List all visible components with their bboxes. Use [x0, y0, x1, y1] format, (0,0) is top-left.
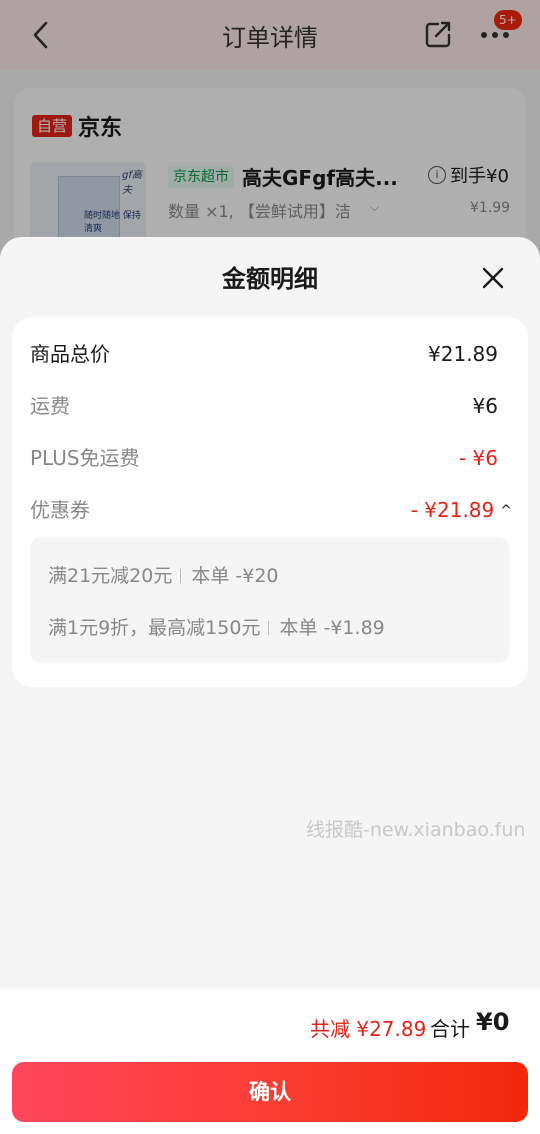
sheet-footer: 共减 ¥27.89 合计 ¥0 确认 — [0, 989, 540, 1134]
total-savings: 共减 ¥27.89 — [310, 1017, 427, 1041]
coupon-item: 满1元9折，最高减150元 本单 -¥1.89 — [48, 613, 385, 640]
amount-detail-card: 商品总价 ¥21.89 运费 ¥6 PLUS免运费 - ¥6 优惠券 - ¥21… — [12, 317, 528, 687]
coupon-details: 满21元减20元 本单 -¥20 满1元9折，最高减150元 本单 -¥1.89 — [30, 537, 510, 663]
coupon-value-wrap: - ¥21.89 ^ — [411, 495, 512, 526]
amount-detail-sheet: 金额明细 商品总价 ¥21.89 运费 ¥6 PLUS免运费 - ¥6 优惠券 … — [0, 237, 540, 1134]
total-value: ¥0 — [476, 1008, 510, 1036]
coupon-rule: 满1元9折，最高减150元 — [48, 617, 261, 639]
coupon-value: - ¥21.89 — [410, 498, 495, 522]
confirm-button[interactable]: 确认 — [12, 1062, 528, 1122]
divider — [180, 569, 182, 583]
total-label: 合计 — [430, 1017, 470, 1041]
shipping-value: ¥6 — [472, 394, 498, 418]
subtotal-label: 商品总价 — [30, 342, 110, 366]
coupon-row[interactable]: 优惠券 - ¥21.89 ^ — [30, 495, 512, 525]
coupon-deduction: 本单 -¥1.89 — [279, 617, 385, 639]
subtotal-row: 商品总价 ¥21.89 — [30, 339, 498, 369]
coupon-deduction: 本单 -¥20 — [191, 565, 279, 587]
plus-free-shipping-value: - ¥6 — [458, 446, 498, 470]
sheet-title: 金额明细 — [222, 265, 318, 293]
plus-free-shipping-row: PLUS免运费 - ¥6 — [30, 443, 498, 473]
coupon-rule: 满21元减20元 — [48, 565, 173, 587]
shipping-row: 运费 ¥6 — [30, 391, 498, 421]
plus-free-shipping-label: PLUS免运费 — [30, 446, 140, 470]
close-icon — [482, 267, 504, 289]
close-button[interactable] — [476, 261, 510, 295]
subtotal-value: ¥21.89 — [428, 342, 498, 366]
shipping-label: 运费 — [30, 394, 70, 418]
watermark-text: 线报酷-new.xianbao.fun — [306, 819, 526, 841]
divider — [268, 621, 270, 635]
coupon-label: 优惠券 — [30, 498, 90, 522]
chevron-up-icon[interactable]: ^ — [500, 496, 512, 526]
coupon-item: 满21元减20元 本单 -¥20 — [48, 561, 279, 588]
